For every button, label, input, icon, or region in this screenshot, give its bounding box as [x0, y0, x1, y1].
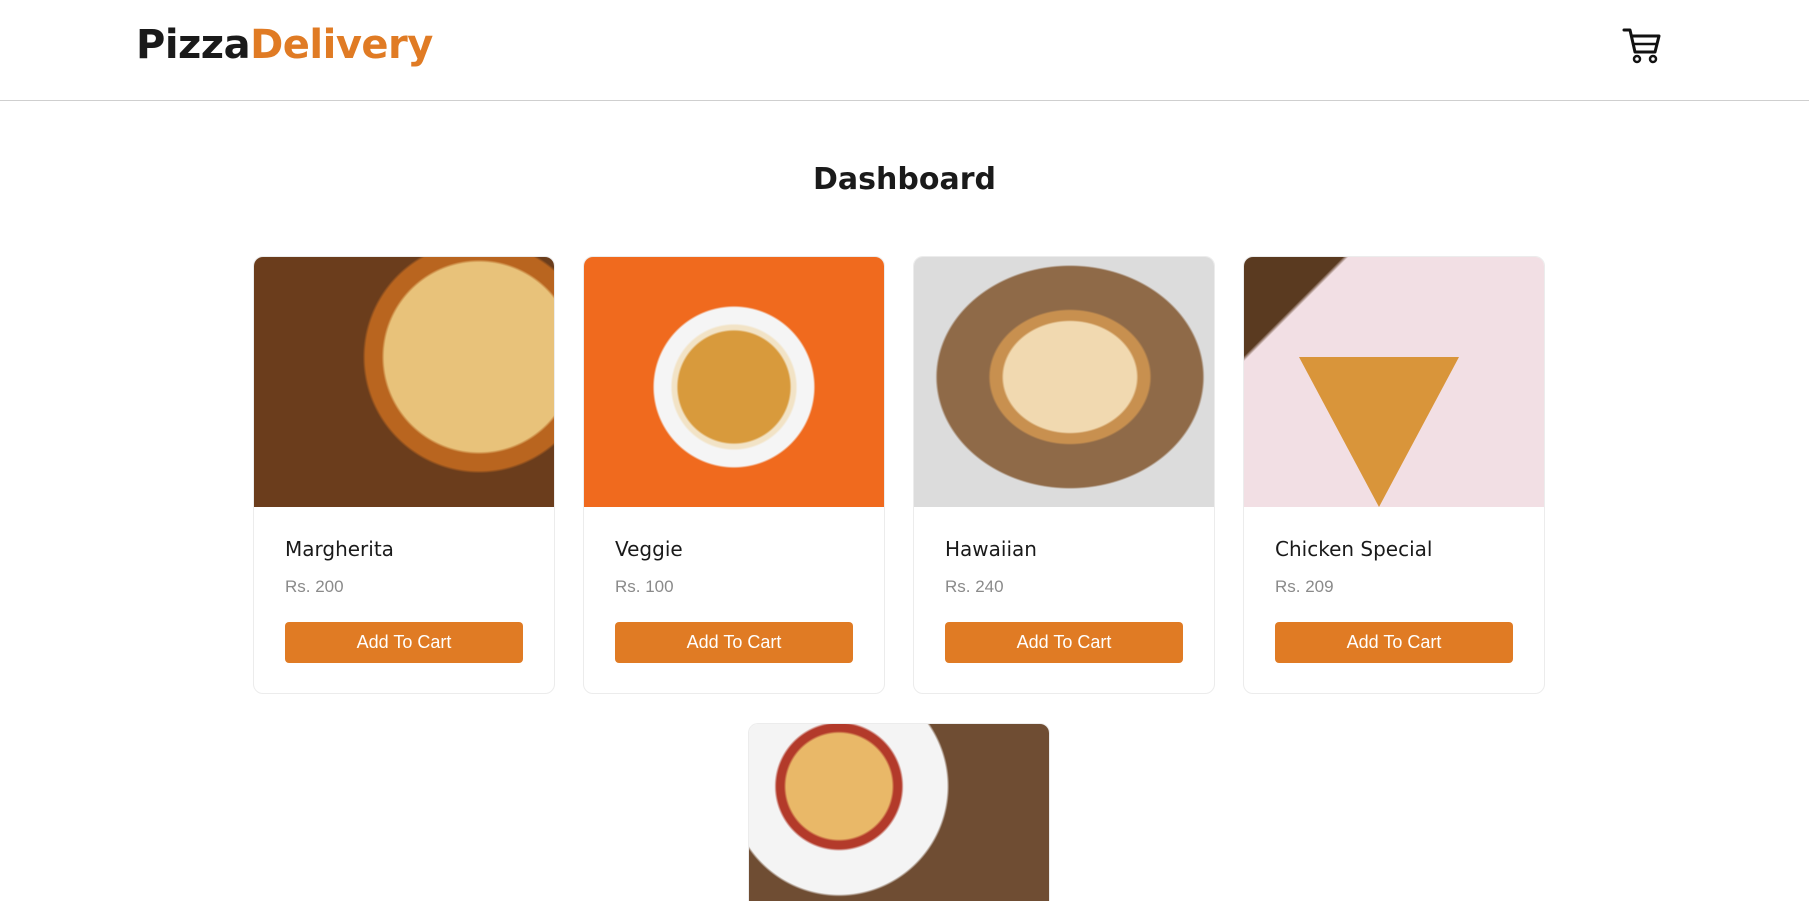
product-name: Hawaiian: [945, 537, 1037, 561]
product-card: [748, 723, 1050, 901]
add-to-cart-button[interactable]: Add To Cart: [1275, 622, 1513, 663]
brand-name-part1: Pizza: [136, 22, 251, 68]
add-to-cart-button[interactable]: Add To Cart: [285, 622, 523, 663]
product-name: Chicken Special: [1275, 537, 1433, 561]
product-name: Veggie: [615, 537, 683, 561]
product-image: [749, 724, 1049, 901]
add-to-cart-button[interactable]: Add To Cart: [945, 622, 1183, 663]
product-price: Rs. 100: [615, 577, 674, 596]
cart-button[interactable]: [1622, 26, 1662, 64]
product-card: Hawaiian Rs. 240 Add To Cart: [913, 256, 1215, 694]
product-price: Rs. 240: [945, 577, 1004, 596]
product-image: [1244, 257, 1544, 507]
product-price: Rs. 209: [1275, 577, 1334, 596]
brand-name-part2: Delivery: [250, 22, 433, 68]
product-card: Margherita Rs. 200 Add To Cart: [253, 256, 555, 694]
product-image: [254, 257, 554, 507]
product-image: [914, 257, 1214, 507]
navbar: PizzaDelivery: [0, 0, 1809, 101]
cart-icon: [1622, 28, 1661, 64]
product-name: Margherita: [285, 537, 394, 561]
product-image: [584, 257, 884, 507]
product-price: Rs. 200: [285, 577, 344, 596]
product-card: Veggie Rs. 100 Add To Cart: [583, 256, 885, 694]
page-title: Dashboard: [813, 162, 996, 197]
add-to-cart-button[interactable]: Add To Cart: [615, 622, 853, 663]
product-card: Chicken Special Rs. 209 Add To Cart: [1243, 256, 1545, 694]
brand-logo[interactable]: PizzaDelivery: [136, 22, 433, 68]
